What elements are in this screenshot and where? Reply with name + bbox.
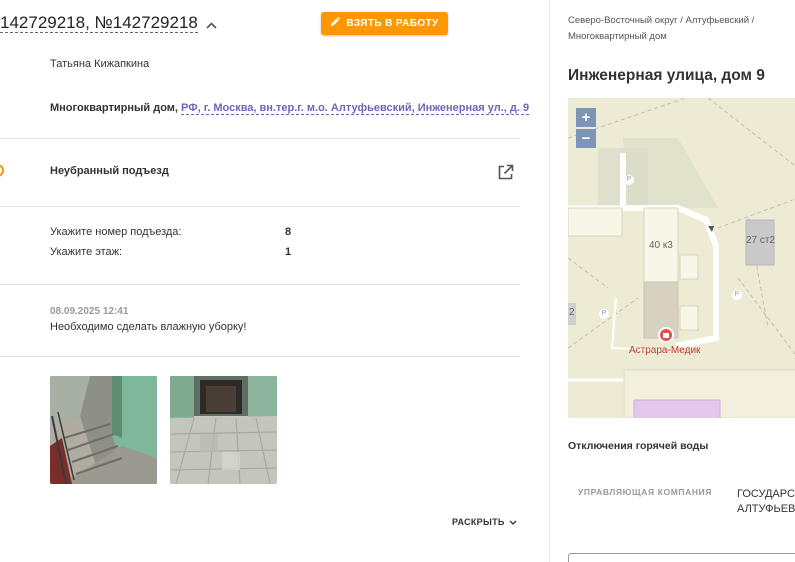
divider xyxy=(0,356,520,357)
status-indicator-icon xyxy=(0,164,4,177)
zoom-in-button[interactable]: + xyxy=(576,108,596,127)
panel-input[interactable] xyxy=(568,553,795,562)
take-to-work-button[interactable]: ВЗЯТЬ В РАБОТУ xyxy=(321,12,448,35)
ticket-panel: 142729218, №142729218 ВЗЯТЬ В РАБОТУ Тат… xyxy=(0,0,548,562)
object-address: Многоквартирный дом, РФ, г. Москва, вн.т… xyxy=(50,102,530,115)
applicant-name: Татьяна Кижапкина xyxy=(50,58,150,70)
parking-icon: P xyxy=(624,175,634,185)
address-panel: Северо-Восточный округ / Алтуфьевский / … xyxy=(549,0,795,562)
expand-label: РАСКРЫТЬ xyxy=(452,517,505,527)
comment-text: Необходимо сделать влажную уборку! xyxy=(50,321,247,333)
divider xyxy=(0,138,520,139)
object-type: Многоквартирный дом, xyxy=(50,102,178,114)
address-title: Инженерная улица, дом 9 xyxy=(568,67,765,84)
field-value-floor: 1 xyxy=(285,246,292,258)
map-building-label: 2 xyxy=(569,307,575,318)
parking-icon: P xyxy=(732,290,742,300)
field-value-entrance: 8 xyxy=(285,226,292,238)
expand-button[interactable]: РАСКРЫТЬ xyxy=(452,517,517,527)
field-label-entrance: Укажите номер подъезда: xyxy=(50,226,182,238)
hot-water-title: Отключения горячей воды xyxy=(568,440,709,452)
field-label-floor: Укажите этаж: xyxy=(50,246,123,258)
pencil-icon xyxy=(330,16,341,30)
comment-date: 08.09.2025 12:41 xyxy=(50,306,129,317)
chevron-down-icon xyxy=(509,517,517,527)
zoom-out-button[interactable]: − xyxy=(576,129,596,148)
map-poi-label[interactable]: Астрара-Медик xyxy=(629,345,700,356)
ticket-category: Неубранный подъезд xyxy=(50,165,169,177)
management-company-line: АЛТУФЬЕВО xyxy=(737,502,795,515)
divider xyxy=(0,206,520,207)
photo-thumbnail-2[interactable] xyxy=(170,376,277,484)
map-building-label: 27 ст2 xyxy=(746,235,776,246)
parking-icon: P xyxy=(599,309,609,319)
address-link[interactable]: РФ, г. Москва, вн.тер.г. м.о. Алтуфьевск… xyxy=(181,102,530,115)
take-to-work-label: ВЗЯТЬ В РАБОТУ xyxy=(346,18,439,29)
management-company-line: ГОСУДАРСТ xyxy=(737,488,795,500)
ticket-title[interactable]: 142729218, №142729218 xyxy=(0,13,217,34)
ticket-number[interactable]: 142729218, №142729218 xyxy=(0,13,198,33)
photo-thumbnail-1[interactable] xyxy=(50,376,157,484)
breadcrumb[interactable]: Северо-Восточный округ / Алтуфьевский / … xyxy=(568,13,795,44)
map-building-label: 40 к3 xyxy=(649,240,673,251)
management-company-value: ГОСУДАРСТ АЛТУФЬЕВО xyxy=(737,487,795,516)
chevron-up-icon[interactable] xyxy=(206,14,217,34)
external-link-icon[interactable] xyxy=(497,164,514,181)
map[interactable]: + − 40 к3 27 ст2 2 Астрара-Медик P P P xyxy=(568,98,795,418)
divider xyxy=(0,284,520,285)
management-company-label: УПРАВЛЯЮЩАЯ КОМПАНИЯ xyxy=(578,487,712,497)
